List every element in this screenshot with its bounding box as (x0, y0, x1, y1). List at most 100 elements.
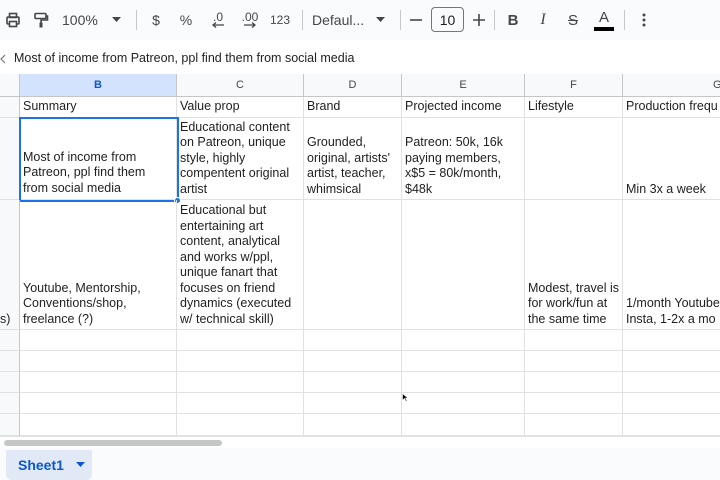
row-header[interactable] (0, 372, 20, 393)
table-cell[interactable] (623, 393, 720, 414)
table-cell[interactable] (304, 330, 402, 351)
table-cell[interactable]: Educational content on Patreon, unique s… (177, 118, 304, 200)
chevron-down-icon (376, 17, 386, 22)
column-header-b[interactable]: B (20, 74, 177, 97)
column-header-c[interactable]: C (177, 74, 304, 97)
table-cell[interactable]: Educational but entertaining art content… (177, 200, 304, 330)
table-cell[interactable] (177, 372, 304, 393)
table-cell[interactable]: Grounded, original, artists' artist, tea… (304, 118, 402, 200)
table-cell[interactable]: 1/month Youtube Insta, 1-2x a mo (623, 200, 720, 330)
table-cell[interactable] (304, 372, 402, 393)
column-header-g[interactable]: G (623, 74, 720, 97)
table-cell[interactable] (20, 414, 177, 436)
table-cell[interactable] (402, 393, 525, 414)
zoom-select[interactable]: 100% (62, 7, 124, 33)
more-vert-icon (642, 13, 646, 27)
table-cell[interactable] (623, 372, 720, 393)
row-header[interactable] (0, 351, 20, 372)
print-icon[interactable] (2, 7, 24, 33)
toolbar-divider (400, 10, 401, 30)
toolbar-divider (624, 10, 625, 30)
table-cell[interactable]: Modest, travel is for work/fun at the sa… (525, 200, 623, 330)
increase-decimal-button[interactable]: .00 (236, 7, 264, 33)
table-cell[interactable] (402, 351, 525, 372)
table-cell[interactable] (304, 200, 402, 330)
table-cell[interactable] (525, 118, 623, 200)
table-cell[interactable]: Patreon: 50k, 16k paying members, x$5 = … (402, 118, 525, 200)
formula-input[interactable]: Most of income from Patreon, ppl find th… (14, 51, 354, 65)
table-cell[interactable] (525, 351, 623, 372)
increase-font-size-button[interactable] (470, 7, 488, 33)
strikethrough-button[interactable]: S (562, 7, 584, 33)
table-cell[interactable]: Youtube, Mentorship, Conventions/shop, f… (20, 200, 177, 330)
sheet-tab-sheet1[interactable]: Sheet1 (6, 450, 92, 480)
currency-format-button[interactable]: $ (146, 7, 166, 33)
table-cell[interactable] (20, 372, 177, 393)
sheet-tab-bar: Sheet1 (0, 448, 720, 480)
table-cell[interactable] (402, 200, 525, 330)
table-cell[interactable] (177, 414, 304, 436)
table-cell[interactable] (623, 351, 720, 372)
decrease-font-size-button[interactable] (407, 7, 425, 33)
column-header-f[interactable]: F (525, 74, 623, 97)
row-header[interactable] (0, 393, 20, 414)
row-header[interactable] (0, 118, 20, 200)
sheet-grid: B C D E F G Summary Value prop Brand Pro… (0, 74, 720, 436)
paint-format-icon[interactable] (30, 7, 52, 33)
formula-bar: Most of income from Patreon, ppl find th… (0, 46, 720, 72)
font-name: Defaul... (312, 12, 365, 28)
formula-bar-edge (0, 46, 8, 72)
table-cell[interactable] (304, 414, 402, 436)
more-formats-button[interactable]: 123 (268, 7, 292, 33)
table-cell[interactable]: Projected income (402, 97, 525, 118)
column-header-d[interactable]: D (304, 74, 402, 97)
table-cell[interactable] (525, 372, 623, 393)
table-cell[interactable] (402, 414, 525, 436)
select-all-corner[interactable] (0, 74, 20, 97)
toolbar-divider (494, 10, 495, 30)
font-select[interactable]: Defaul... (312, 7, 392, 33)
table-cell[interactable]: Production frequ (623, 97, 720, 118)
table-cell[interactable] (177, 330, 304, 351)
table-cell[interactable] (525, 414, 623, 436)
chevron-down-icon[interactable] (76, 462, 85, 468)
table-cell[interactable] (623, 414, 720, 436)
chevron-down-icon (111, 17, 121, 22)
table-cell[interactable]: Summary (20, 97, 177, 118)
table-cell[interactable] (177, 351, 304, 372)
table-cell[interactable]: Value prop (177, 97, 304, 118)
number-format-label: 123 (269, 13, 291, 27)
bold-button[interactable]: B (502, 7, 524, 33)
table-cell[interactable]: Most of income from Patreon, ppl find th… (20, 118, 177, 200)
currency-label: $ (152, 12, 160, 28)
text-color-button[interactable]: A (592, 7, 616, 33)
table-cell[interactable]: Brand (304, 97, 402, 118)
table-cell[interactable] (402, 330, 525, 351)
italic-button[interactable]: I (532, 7, 554, 33)
table-cell[interactable] (623, 330, 720, 351)
table-cell[interactable] (304, 351, 402, 372)
table-cell[interactable]: Min 3x a week (623, 118, 720, 200)
table-cell[interactable] (20, 330, 177, 351)
table-cell[interactable] (402, 372, 525, 393)
more-options-button[interactable] (634, 7, 654, 33)
percent-format-button[interactable]: % (176, 7, 196, 33)
font-size-value: 10 (439, 11, 456, 28)
table-cell[interactable] (20, 393, 177, 414)
italic-label: I (540, 11, 546, 28)
table-cell[interactable] (525, 393, 623, 414)
row-header[interactable] (0, 330, 20, 351)
table-cell[interactable] (525, 330, 623, 351)
row-header[interactable] (0, 414, 20, 436)
decrease-decimal-button[interactable]: .0 (205, 7, 231, 33)
table-cell[interactable] (177, 393, 304, 414)
table-cell[interactable]: Lifestyle (525, 97, 623, 118)
table-cell[interactable] (20, 351, 177, 372)
row-header[interactable]: s) (0, 200, 20, 330)
scrollbar-thumb[interactable] (4, 440, 222, 446)
font-size-input[interactable]: 10 (431, 7, 464, 32)
column-header-e[interactable]: E (402, 74, 525, 97)
horizontal-scrollbar[interactable] (0, 436, 720, 448)
row-header[interactable] (0, 97, 20, 118)
table-cell[interactable] (304, 393, 402, 414)
